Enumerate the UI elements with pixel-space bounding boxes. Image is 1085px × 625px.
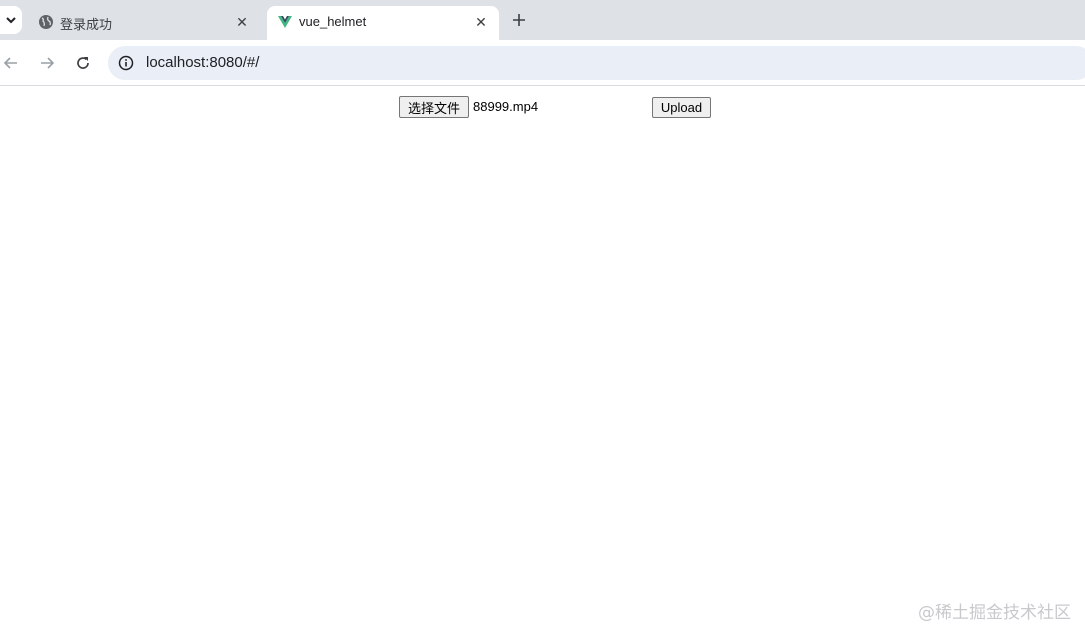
arrow-right-icon xyxy=(41,57,55,69)
globe-icon xyxy=(39,15,53,29)
reload-icon xyxy=(77,57,89,69)
tab-vue-helmet[interactable]: vue_helmet ✕ xyxy=(267,6,499,40)
selected-file-name: 88999.mp4 xyxy=(473,99,539,114)
info-icon[interactable] xyxy=(118,55,134,71)
forward-button[interactable] xyxy=(36,52,58,74)
plus-icon xyxy=(513,14,525,26)
chevron-down-icon xyxy=(6,17,16,24)
watermark: @稀土掘金技术社区 xyxy=(918,603,1071,623)
new-tab-button[interactable] xyxy=(509,10,529,30)
browser-toolbar: localhost:8080/#/ xyxy=(0,40,1085,86)
tab-title: 登录成功 xyxy=(60,17,113,32)
tab-strip: 登录成功 ✕ vue_helmet ✕ xyxy=(0,0,1085,40)
address-bar[interactable]: localhost:8080/#/ xyxy=(108,46,1085,80)
arrow-left-icon xyxy=(3,57,17,69)
vue-logo-icon xyxy=(278,16,292,28)
url-text: localhost:8080/#/ xyxy=(146,54,260,71)
upload-button[interactable]: Upload xyxy=(652,97,711,118)
choose-file-button[interactable]: 选择文件 xyxy=(399,96,469,118)
tab-search-button[interactable] xyxy=(0,6,22,34)
tab-login-success[interactable]: 登录成功 ✕ xyxy=(28,6,260,40)
tab-title: vue_helmet xyxy=(299,14,367,29)
page-content: 选择文件 88999.mp4 Upload xyxy=(0,87,1085,625)
reload-button[interactable] xyxy=(72,52,94,74)
close-icon[interactable]: ✕ xyxy=(234,14,250,30)
back-button[interactable] xyxy=(0,52,22,74)
close-icon[interactable]: ✕ xyxy=(473,14,489,30)
